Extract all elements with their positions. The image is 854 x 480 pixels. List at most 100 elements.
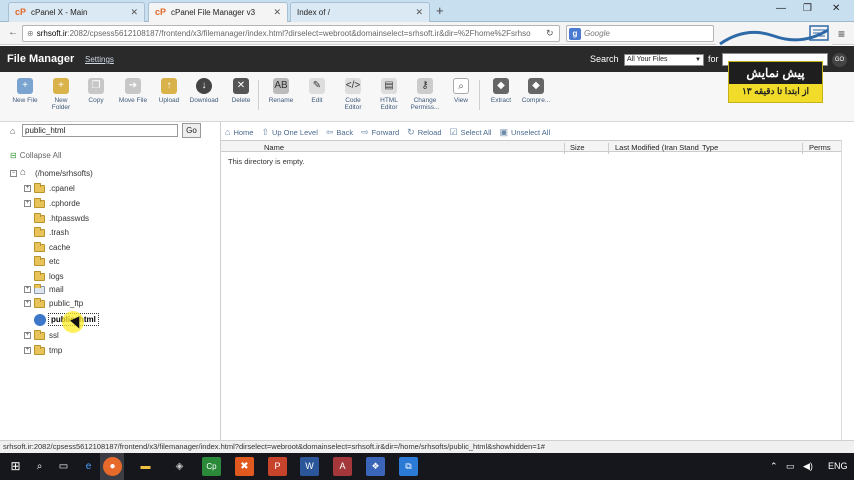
restore-button[interactable]: ❐ <box>803 3 812 14</box>
folder-icon <box>34 182 45 193</box>
home-nav-button[interactable]: ⌂ Home <box>225 127 253 137</box>
tree-folder-trash[interactable]: .trash <box>24 226 69 237</box>
window-close-button[interactable]: ✕ <box>832 3 840 14</box>
upload-button[interactable]: ↑ Upload <box>149 78 189 104</box>
search-bar[interactable]: g Google <box>566 25 714 42</box>
app-icon[interactable]: ⧉ <box>399 457 418 476</box>
volume-icon[interactable]: ◀) <box>803 461 813 472</box>
minimize-button[interactable]: — <box>776 3 786 14</box>
xampp-icon[interactable]: ✖ <box>235 457 254 476</box>
column-last-modified[interactable]: Last Modified (Iran Stand <box>615 143 699 152</box>
change-permissions-button[interactable]: ⚷ Change Permiss... <box>405 78 445 111</box>
checkbox-checked-icon: ☑ <box>449 126 458 137</box>
new-tab-button[interactable]: + <box>436 3 444 18</box>
copy-button[interactable]: ❐ Copy <box>76 78 116 104</box>
hamburger-menu-icon[interactable]: ≡ <box>838 27 845 41</box>
expand-icon[interactable]: + <box>24 347 31 354</box>
camtasia-icon[interactable]: Cp <box>202 457 221 476</box>
folder-label: public_ftp <box>49 299 84 308</box>
search-icon[interactable]: ⌕ <box>30 457 49 476</box>
language-indicator[interactable]: ENG <box>828 461 848 471</box>
network-icon[interactable]: ▭ <box>786 461 795 472</box>
windows-start-icon[interactable]: ⊞ <box>6 457 25 476</box>
expand-icon[interactable]: + <box>24 286 31 293</box>
new-folder-button[interactable]: + New Folder <box>41 78 81 111</box>
powerpoint-icon[interactable]: P <box>268 457 287 476</box>
compress-button[interactable]: ◆ Compre... <box>516 78 556 104</box>
home-nav-label: Home <box>233 127 254 137</box>
tab-cpanel-main[interactable]: cP cPanel X - Main ✕ <box>8 2 145 22</box>
tab-index-of[interactable]: Index of / ✕ <box>290 2 430 22</box>
search-scope-select[interactable]: All Your Files ▼ <box>624 54 704 66</box>
back-button[interactable]: ⇦ Back <box>326 127 353 138</box>
tab-file-manager[interactable]: cP cPanel File Manager v3 ✕ <box>148 2 288 22</box>
download-button[interactable]: ↓ Download <box>184 78 224 104</box>
forward-button[interactable]: ⇨ Forward <box>361 127 399 138</box>
column-perms[interactable]: Perms <box>809 143 831 152</box>
address-bar[interactable]: ⊕ srhsoft.ir:2082/cpsess5612108187/front… <box>22 25 560 42</box>
expand-icon[interactable]: + <box>24 185 31 192</box>
app-icon[interactable]: ❖ <box>366 457 385 476</box>
folder-label: logs <box>49 272 64 281</box>
path-go-button[interactable]: Go <box>182 123 201 138</box>
tree-folder-cpanel[interactable]: + .cpanel <box>24 182 75 193</box>
folder-label: .htpasswds <box>49 214 90 223</box>
tree-folder-cache[interactable]: cache <box>24 241 70 252</box>
tree-folder-public-ftp[interactable]: + public_ftp <box>24 297 84 308</box>
unselect-all-button[interactable]: ▣ Unselect All <box>499 127 550 138</box>
tree-folder-htpasswds[interactable]: .htpasswds <box>24 212 90 223</box>
tree-folder-mail[interactable]: + mail <box>24 283 64 294</box>
forward-arrow-icon: ⇨ <box>361 126 369 137</box>
edge-icon[interactable]: e <box>79 457 98 476</box>
column-size[interactable]: Size <box>570 143 585 152</box>
settings-link[interactable]: Settings <box>85 55 114 64</box>
html-editor-button[interactable]: ▤ HTML Editor <box>369 78 409 111</box>
expand-icon[interactable]: + <box>24 200 31 207</box>
collapse-all-label: Collapse All <box>19 151 62 160</box>
edit-button[interactable]: ✎ Edit <box>297 78 337 104</box>
collapse-toggle-icon[interactable]: − <box>10 169 17 177</box>
code-editor-button[interactable]: </> Code Editor <box>333 78 373 111</box>
new-file-button[interactable]: + New File <box>5 78 45 104</box>
search-go-button[interactable]: GO <box>832 53 847 67</box>
task-view-icon[interactable]: ▭ <box>54 457 73 476</box>
tree-folder-tmp[interactable]: + tmp <box>24 344 62 355</box>
upload-label: Upload <box>158 97 180 104</box>
tree-folder-ssl[interactable]: + ssl <box>24 329 59 340</box>
reload-button[interactable]: ↻ Reload <box>407 127 441 138</box>
close-icon[interactable]: ✕ <box>273 7 281 18</box>
move-file-button[interactable]: ➔ Move File <box>113 78 153 104</box>
unselect-all-label: Unselect All <box>510 127 551 137</box>
delete-button[interactable]: ✕ Delete <box>221 78 261 104</box>
collapse-all-link[interactable]: ⊟ Collapse All <box>10 151 62 160</box>
path-input[interactable]: public_html <box>22 124 178 137</box>
upload-icon: ↑ <box>161 78 177 94</box>
firefox-icon[interactable]: ● <box>103 457 122 476</box>
tree-root[interactable]: − ⌂ (/home/srhsofts) <box>10 168 93 178</box>
back-arrow-icon[interactable]: ← <box>8 27 18 38</box>
tree-root-label: (/home/srhsofts) <box>35 168 93 178</box>
vertical-scrollbar[interactable] <box>841 140 849 440</box>
close-icon[interactable]: ✕ <box>130 7 138 18</box>
tree-folder-logs[interactable]: logs <box>24 270 64 281</box>
view-button[interactable]: ⌕ View <box>441 78 481 104</box>
reload-icon[interactable]: ↻ <box>546 28 554 39</box>
folder-icon <box>34 344 45 355</box>
column-name[interactable]: Name <box>264 143 284 152</box>
word-icon[interactable]: W <box>300 457 319 476</box>
close-icon[interactable]: ✕ <box>415 7 423 18</box>
tool-icon[interactable]: ◈ <box>170 457 189 476</box>
expand-icon[interactable]: + <box>24 300 31 307</box>
rename-button[interactable]: AB Rename <box>261 78 301 104</box>
tree-folder-etc[interactable]: etc <box>24 255 60 266</box>
empty-directory-message: This directory is empty. <box>228 157 305 166</box>
expand-icon[interactable]: + <box>24 332 31 339</box>
up-one-level-button[interactable]: ⇧ Up One Level <box>261 127 317 138</box>
column-type[interactable]: Type <box>702 143 718 152</box>
access-icon[interactable]: A <box>333 457 352 476</box>
file-explorer-icon[interactable]: ▬ <box>136 457 155 476</box>
tree-folder-cphorde[interactable]: + .cphorde <box>24 197 80 208</box>
select-all-button[interactable]: ☑ Select All <box>450 127 492 138</box>
extract-button[interactable]: ◆ Extract <box>481 78 521 104</box>
tray-chevron-icon[interactable]: ⌃ <box>770 461 778 472</box>
